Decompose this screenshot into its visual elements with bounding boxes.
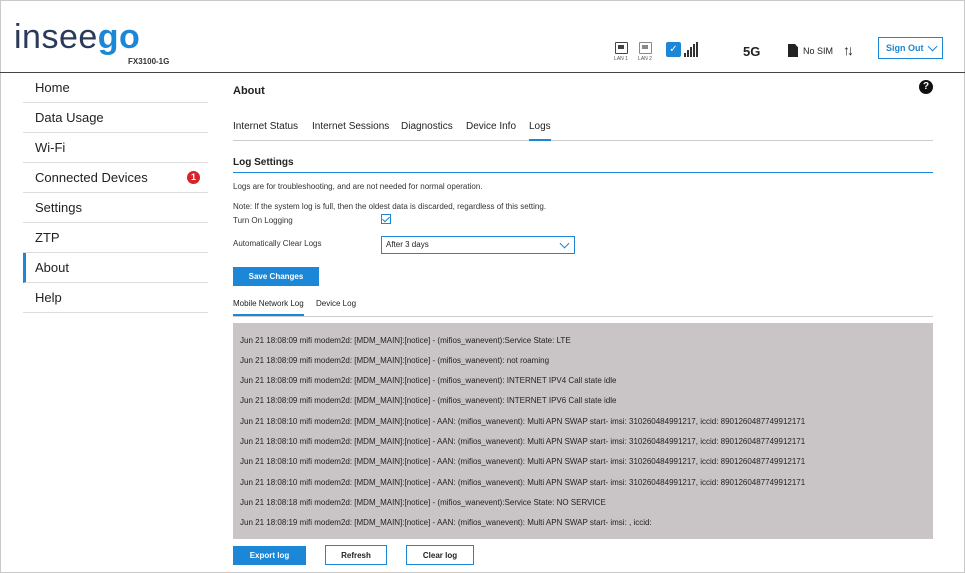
log-output[interactable]: Jun 21 18:08:09 mifi modem2d: [MDM_MAIN]… xyxy=(233,323,933,539)
inseego-logo: inseego xyxy=(14,18,141,56)
logging-info-text: Logs are for troubleshooting, and are no… xyxy=(233,182,483,191)
page-title: About xyxy=(233,85,265,97)
clear-log-button[interactable]: Clear log xyxy=(406,545,474,565)
notification-badge: 1 xyxy=(187,171,200,184)
chevron-down-icon xyxy=(559,238,570,249)
sidebar-item-data-usage[interactable]: Data Usage xyxy=(23,103,208,133)
refresh-button[interactable]: Refresh xyxy=(325,545,387,565)
tab-internet-sessions[interactable]: Internet Sessions xyxy=(312,121,389,141)
log-subtabs: Mobile Network Log Device Log xyxy=(233,299,933,317)
log-line: Jun 21 18:08:10 mifi modem2d: [MDM_MAIN]… xyxy=(240,417,806,426)
log-line: Jun 21 18:08:09 mifi modem2d: [MDM_MAIN]… xyxy=(240,336,571,345)
help-icon[interactable]: ? xyxy=(919,80,933,94)
log-line: Jun 21 18:08:10 mifi modem2d: [MDM_MAIN]… xyxy=(240,437,806,446)
sidebar-item-ztp[interactable]: ZTP xyxy=(23,223,208,253)
ethernet-icon xyxy=(638,42,652,54)
header: inseego FX3100-1G LAN 1 LAN 2 ✓ 5G No SI… xyxy=(0,0,965,73)
auto-clear-select[interactable]: After 3 days xyxy=(381,236,575,254)
tab-internet-status[interactable]: Internet Status xyxy=(233,121,298,141)
device-model: FX3100-1G xyxy=(128,57,170,66)
log-line: Jun 21 18:08:09 mifi modem2d: [MDM_MAIN]… xyxy=(240,376,617,385)
log-line: Jun 21 18:08:10 mifi modem2d: [MDM_MAIN]… xyxy=(240,478,806,487)
signal-indicator: ✓ xyxy=(666,42,706,58)
sidebar-item-about[interactable]: About xyxy=(23,253,208,283)
sim-status: No SIM xyxy=(788,44,833,58)
sidebar-item-wifi[interactable]: Wi-Fi xyxy=(23,133,208,163)
chevron-down-icon xyxy=(927,41,938,52)
sidebar-item-help[interactable]: Help xyxy=(23,283,208,313)
tab-device-log[interactable]: Device Log xyxy=(316,299,356,316)
data-transfer-icon: ↑↓ xyxy=(843,42,854,58)
section-title: Log Settings xyxy=(233,157,294,168)
log-line: Jun 21 18:08:18 mifi modem2d: [MDM_MAIN]… xyxy=(240,498,606,507)
sidebar-nav: Home Data Usage Wi-Fi Connected Devices … xyxy=(23,73,208,313)
sim-card-icon xyxy=(788,44,798,57)
sidebar-item-connected-devices[interactable]: Connected Devices 1 xyxy=(23,163,208,193)
log-line: Jun 21 18:08:09 mifi modem2d: [MDM_MAIN]… xyxy=(240,356,550,365)
log-line: Jun 21 18:08:19 mifi modem2d: [MDM_MAIN]… xyxy=(240,518,652,527)
turn-on-logging-label: Turn On Logging xyxy=(233,216,293,225)
tab-device-info[interactable]: Device Info xyxy=(466,121,516,141)
lan2-indicator: LAN 2 xyxy=(635,42,655,62)
turn-on-logging-checkbox[interactable] xyxy=(381,214,391,224)
tab-mobile-network-log[interactable]: Mobile Network Log xyxy=(233,299,304,316)
tab-logs[interactable]: Logs xyxy=(529,121,551,141)
section-divider xyxy=(233,172,933,173)
log-line: Jun 21 18:08:10 mifi modem2d: [MDM_MAIN]… xyxy=(240,457,806,466)
sidebar-item-home[interactable]: Home xyxy=(23,73,208,103)
tab-diagnostics[interactable]: Diagnostics xyxy=(401,121,453,141)
sidebar-item-settings[interactable]: Settings xyxy=(23,193,208,223)
logging-note-text: Note: If the system log is full, then th… xyxy=(233,202,547,211)
sign-out-dropdown[interactable]: Sign Out xyxy=(878,37,943,59)
wifi-check-icon: ✓ xyxy=(666,42,681,57)
log-line: Jun 21 18:08:09 mifi modem2d: [MDM_MAIN]… xyxy=(240,396,617,405)
export-log-button[interactable]: Export log xyxy=(233,546,306,565)
ethernet-icon xyxy=(614,42,628,54)
lan1-indicator: LAN 1 xyxy=(611,42,631,62)
network-type: 5G xyxy=(743,44,761,59)
auto-clear-label: Automatically Clear Logs xyxy=(233,239,322,248)
save-changes-button[interactable]: Save Changes xyxy=(233,267,319,286)
about-tabs: Internet Status Internet Sessions Diagno… xyxy=(233,121,933,141)
